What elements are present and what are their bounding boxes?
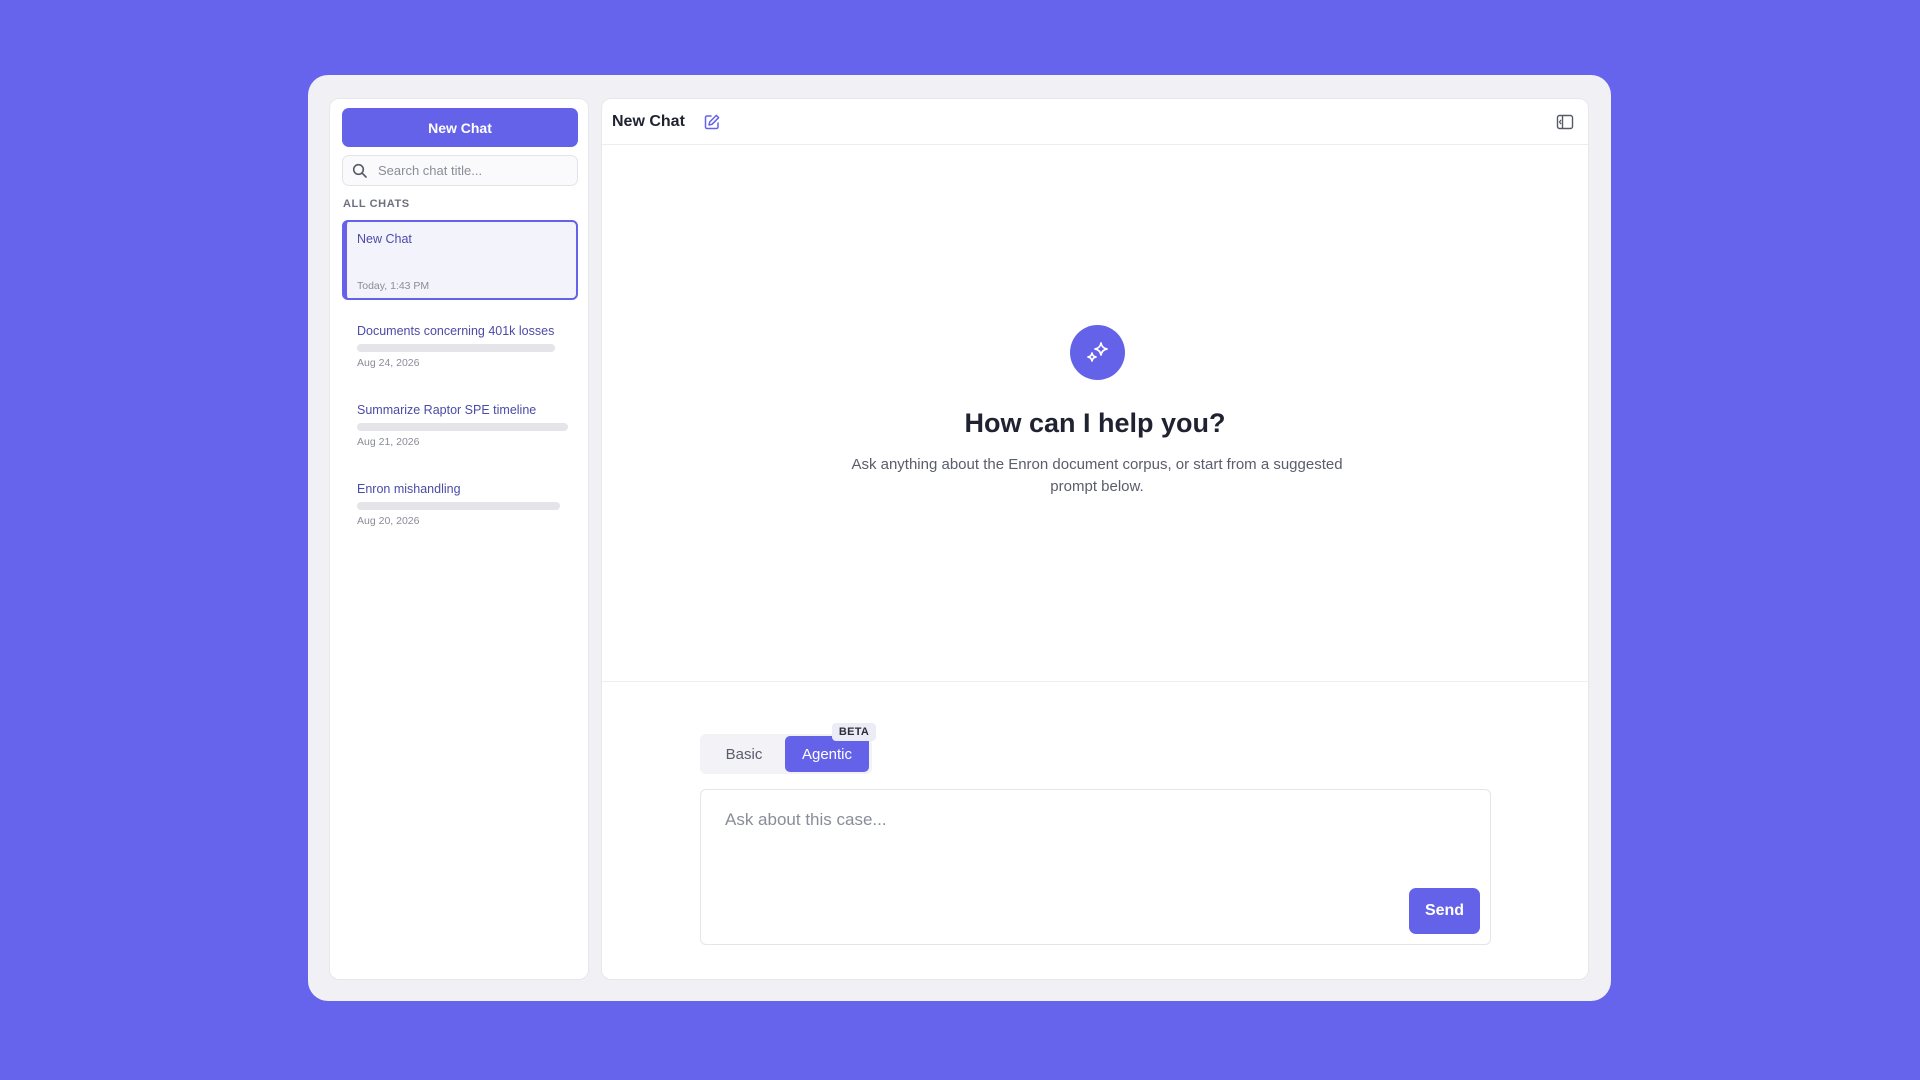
chat-item-new-chat[interactable]: New Chat Today, 1:43 PM: [342, 220, 578, 300]
welcome-heading: How can I help you?: [964, 408, 1226, 438]
chat-item-title: New Chat: [357, 232, 412, 246]
edit-icon[interactable]: [703, 113, 721, 131]
chat-sidebar: New Chat ALL CHATS New Chat Today, 1:43 …: [329, 98, 589, 980]
chat-item-preview-placeholder: [357, 502, 560, 510]
chat-item-401k-losses[interactable]: Documents concerning 401k losses Aug 24,…: [342, 312, 578, 391]
sidebar-toggle-icon[interactable]: [1556, 113, 1574, 131]
page-title: New Chat: [612, 112, 685, 130]
sparkles-icon: [1070, 325, 1125, 380]
app-window: New Chat ALL CHATS New Chat Today, 1:43 …: [308, 75, 1611, 1001]
new-chat-button[interactable]: New Chat: [342, 108, 578, 147]
chat-list: New Chat Today, 1:43 PM Documents concer…: [342, 220, 578, 549]
message-composer: Send: [700, 789, 1491, 945]
chat-item-preview-placeholder: [357, 344, 555, 352]
welcome-subtitle: Ask anything about the Enron document co…: [851, 456, 1343, 495]
chat-item-date: Aug 24, 2026: [357, 357, 420, 369]
chat-item-preview-placeholder: [357, 423, 568, 431]
mode-basic-button[interactable]: Basic: [703, 736, 785, 772]
chat-header: New Chat: [602, 99, 1588, 145]
mode-agentic-button[interactable]: Agentic: [785, 736, 869, 772]
chat-main-panel: New Chat How can I help you? Ask anythin…: [601, 98, 1589, 980]
chat-item-date: Aug 20, 2026: [357, 515, 420, 527]
beta-badge: BETA: [832, 723, 876, 741]
chat-item-raptor-spe[interactable]: Summarize Raptor SPE timeline Aug 21, 20…: [342, 391, 578, 470]
search-box[interactable]: [342, 155, 578, 186]
chat-item-title: Summarize Raptor SPE timeline: [357, 403, 537, 417]
search-input[interactable]: [378, 163, 568, 178]
chat-item-enron-mishandling[interactable]: Enron mishandling Aug 20, 2026: [342, 470, 578, 549]
message-input[interactable]: [725, 810, 1405, 900]
chat-item-title: Documents concerning 401k losses: [357, 324, 555, 338]
chat-item-title: Enron mishandling: [357, 482, 461, 496]
chat-item-date: Today, 1:43 PM: [357, 280, 430, 292]
welcome-section: How can I help you? Ask anything about t…: [602, 145, 1588, 681]
divider: [602, 681, 1588, 682]
all-chats-label: ALL CHATS: [343, 198, 410, 210]
chat-item-date: Aug 21, 2026: [357, 436, 420, 448]
send-button[interactable]: Send: [1409, 888, 1480, 934]
search-icon: [352, 163, 368, 179]
